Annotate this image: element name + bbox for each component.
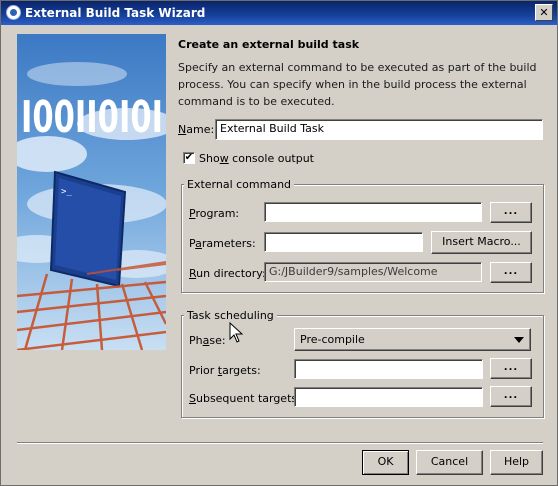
chevron-down-icon[interactable] xyxy=(514,337,524,343)
side-image-art: I00II0I0I >_ xyxy=(17,34,166,350)
footer-separator xyxy=(17,442,543,444)
run-directory-value: G:/JBuilder9/samples/Welcome xyxy=(269,265,438,278)
program-browse-button[interactable]: ... xyxy=(490,202,532,223)
subsequent-targets-input[interactable] xyxy=(294,387,483,407)
show-console-label[interactable]: Show console output xyxy=(199,152,314,165)
phase-value: Pre-compile xyxy=(300,333,365,346)
binary-text: I00II0I0I xyxy=(21,92,163,143)
mouse-cursor-icon xyxy=(229,322,244,343)
name-value: External Build Task xyxy=(220,122,324,135)
wizard-side-image: I00II0I0I >_ xyxy=(17,34,166,350)
app-icon xyxy=(6,5,21,20)
close-icon: ✕ xyxy=(539,6,549,19)
name-input[interactable]: External Build Task xyxy=(215,119,543,140)
window-title: External Build Task Wizard xyxy=(25,6,206,20)
wizard-heading: Create an external build task xyxy=(178,38,360,51)
help-button[interactable]: Help xyxy=(490,450,543,475)
parameters-label: Parameters: xyxy=(189,237,256,250)
close-button[interactable]: ✕ xyxy=(535,4,553,21)
prior-targets-input[interactable] xyxy=(294,359,483,379)
prior-targets-browse-button[interactable]: ... xyxy=(490,358,532,379)
prior-targets-label: Prior targets: xyxy=(189,364,261,377)
program-input[interactable] xyxy=(264,202,482,222)
subsequent-targets-label: Subsequent targets: xyxy=(189,392,301,405)
task-scheduling-title: Task scheduling xyxy=(184,309,277,322)
phase-label: Phase: xyxy=(189,334,226,347)
run-directory-browse-button[interactable]: ... xyxy=(490,262,532,283)
prompt-glyph: >_ xyxy=(61,187,72,197)
name-label: Name: xyxy=(178,123,215,136)
wizard-description: Specify an external command to be execut… xyxy=(178,61,537,108)
subsequent-targets-browse-button[interactable]: ... xyxy=(490,386,532,407)
external-command-title: External command xyxy=(184,178,295,191)
program-label: Program: xyxy=(189,207,240,220)
run-directory-label: Run directory: xyxy=(189,267,266,280)
ok-button[interactable]: OK xyxy=(362,450,409,475)
show-console-checkbox[interactable]: ✔ xyxy=(183,152,195,164)
phase-select[interactable]: Pre-compile xyxy=(294,328,531,351)
title-bar[interactable]: External Build Task Wizard ✕ xyxy=(1,1,557,25)
insert-macro-button[interactable]: Insert Macro... xyxy=(431,231,532,254)
run-directory-input[interactable]: G:/JBuilder9/samples/Welcome xyxy=(264,262,482,282)
wizard-window: External Build Task Wizard ✕ I00II0I0I >… xyxy=(0,0,558,486)
parameters-input[interactable] xyxy=(264,232,423,252)
cancel-button[interactable]: Cancel xyxy=(416,450,483,475)
